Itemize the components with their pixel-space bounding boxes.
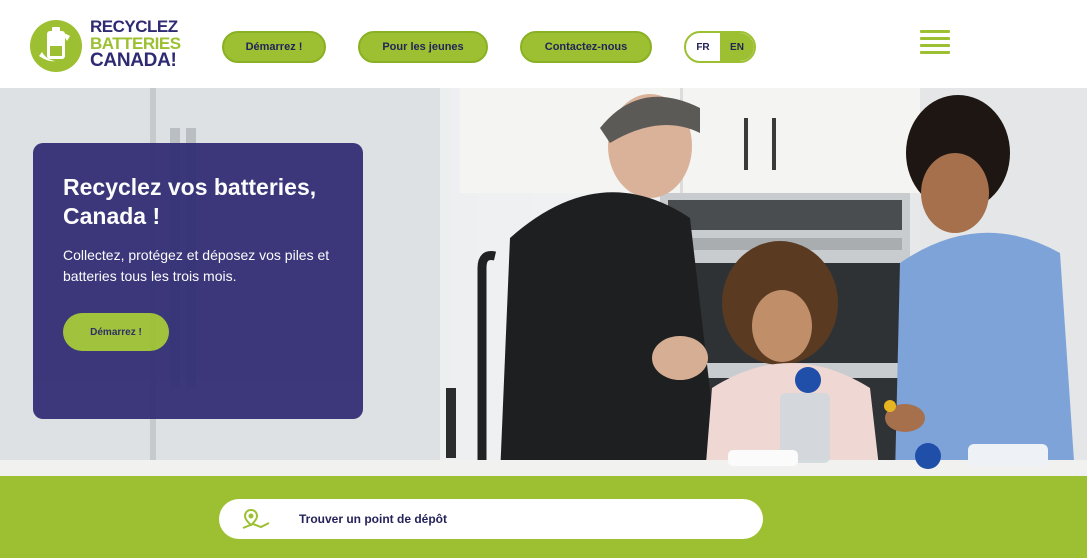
site-header: RECYCLEZ BATTERIES CANADA! Démarrez ! Po… bbox=[0, 0, 1087, 88]
page: RECYCLEZ BATTERIES CANADA! Démarrez ! Po… bbox=[0, 0, 1087, 558]
language-switcher: FR EN bbox=[684, 31, 756, 63]
hero-section: Recyclez vos batteries, Canada ! Collect… bbox=[0, 88, 1087, 476]
hero-card: Recyclez vos batteries, Canada ! Collect… bbox=[33, 143, 363, 419]
logo-line-3: CANADA! bbox=[90, 50, 177, 71]
nav-youth-button[interactable]: Pour les jeunes bbox=[358, 31, 488, 63]
find-drop-off-button[interactable]: Trouver un point de dépôt bbox=[219, 499, 763, 539]
hero-start-button[interactable]: Démarrez ! bbox=[63, 313, 169, 351]
nav-contact-button[interactable]: Contactez-nous bbox=[520, 31, 652, 63]
finder-bar: Trouver un point de dépôt bbox=[0, 476, 1087, 558]
hero-text: Collectez, protégez et déposez vos piles… bbox=[63, 247, 330, 284]
find-drop-off-label: Trouver un point de dépôt bbox=[299, 512, 447, 526]
logo-wordmark: RECYCLEZ BATTERIES CANADA! bbox=[90, 17, 200, 71]
lang-fr-button[interactable]: FR bbox=[686, 33, 720, 61]
hamburger-menu-icon[interactable] bbox=[920, 30, 950, 56]
map-pin-icon bbox=[242, 508, 270, 529]
nav-start-button[interactable]: Démarrez ! bbox=[222, 31, 326, 63]
logo-line-1: RECYCLEZ bbox=[90, 17, 178, 36]
hero-title: Recyclez vos batteries, Canada ! bbox=[63, 174, 317, 229]
site-logo[interactable]: RECYCLEZ BATTERIES CANADA! bbox=[30, 16, 195, 76]
battery-recycle-icon bbox=[30, 20, 82, 72]
lang-en-button[interactable]: EN bbox=[720, 33, 754, 61]
